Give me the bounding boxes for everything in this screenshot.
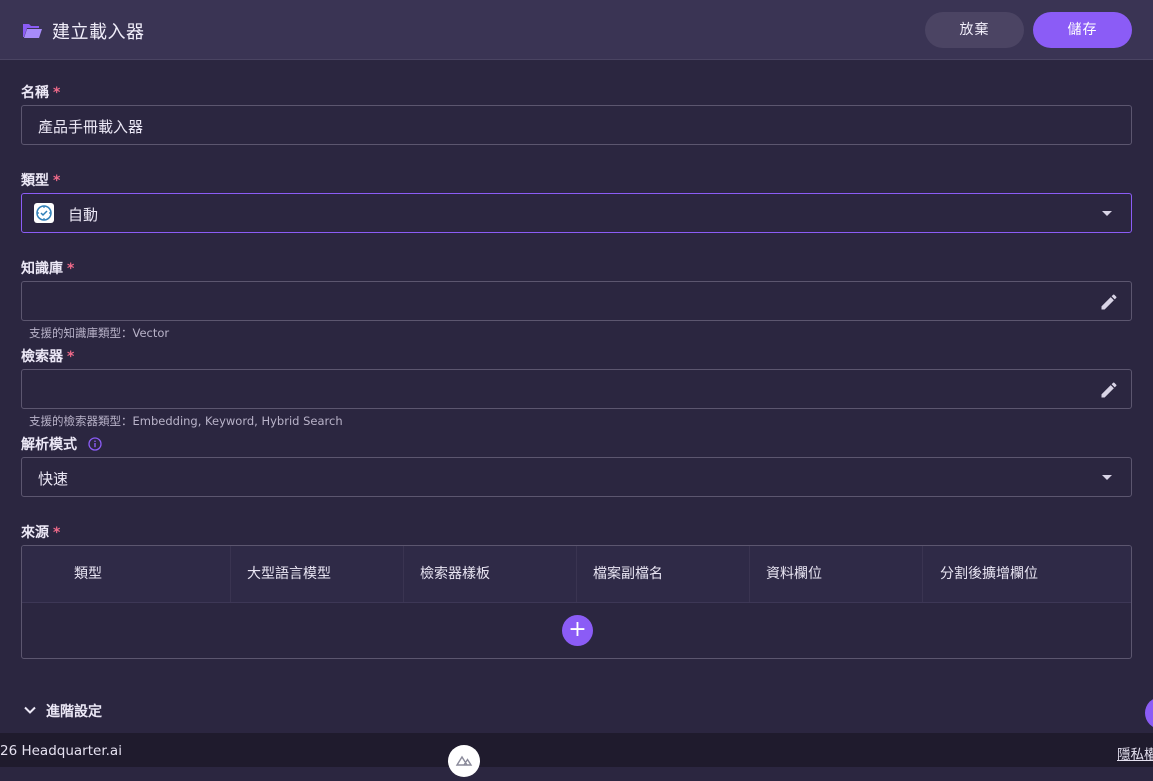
app-header: 建立載入器 放棄 儲存 bbox=[0, 0, 1153, 60]
name-label: 名稱 * bbox=[21, 82, 60, 102]
page-title: 建立載入器 bbox=[52, 22, 145, 43]
advanced-settings-toggle[interactable]: 進階設定 bbox=[23, 701, 102, 721]
knowledge-base-hint: 支援的知識庫類型：Vector bbox=[29, 326, 170, 340]
column-header-text: 類型 bbox=[74, 566, 102, 582]
caret-down-icon bbox=[1102, 475, 1112, 480]
pencil-icon[interactable] bbox=[1099, 292, 1119, 312]
parse-mode-label: 解析模式 bbox=[21, 434, 102, 454]
column-header-text: 檢索器樣板 bbox=[420, 566, 490, 582]
advanced-settings-label: 進階設定 bbox=[46, 704, 102, 720]
required-mark: * bbox=[53, 525, 61, 541]
footer: 26 Headquarter.ai 隱私權 bbox=[0, 733, 1153, 767]
required-mark: * bbox=[67, 349, 75, 365]
required-mark: * bbox=[53, 173, 61, 189]
type-select[interactable]: 自動 bbox=[21, 193, 1132, 233]
column-header-text: 大型語言模型 bbox=[247, 566, 331, 582]
pencil-icon[interactable] bbox=[1099, 380, 1119, 400]
add-source-button[interactable]: + bbox=[562, 615, 593, 646]
column-header-text: 分割後擴增欄位 bbox=[940, 566, 1038, 582]
name-input[interactable]: 產品手冊載入器 bbox=[21, 105, 1132, 145]
sources-table-header: 類型 大型語言模型 檢索器樣板 檔案副檔名 資料欄位 分割後擴增欄位 bbox=[22, 546, 1131, 603]
column-header-text: 檔案副檔名 bbox=[593, 566, 663, 582]
column-header-data-fields: 資料欄位 bbox=[750, 546, 923, 602]
name-label-text: 名稱 bbox=[21, 85, 49, 101]
sources-label-text: 來源 bbox=[21, 525, 49, 541]
name-input-value: 產品手冊載入器 bbox=[38, 118, 144, 136]
knowledge-base-label-text: 知識庫 bbox=[21, 261, 63, 277]
type-select-value: 自動 bbox=[68, 206, 99, 224]
sources-label: 來源 * bbox=[21, 522, 60, 542]
retriever-field[interactable] bbox=[21, 369, 1132, 409]
retriever-label-text: 檢索器 bbox=[21, 349, 63, 365]
knowledge-base-field[interactable] bbox=[21, 281, 1132, 321]
type-label: 類型 * bbox=[21, 170, 60, 190]
column-header-text: 資料欄位 bbox=[766, 566, 822, 582]
column-header-augmented-fields: 分割後擴增欄位 bbox=[923, 546, 1131, 602]
nuxt-devtools-icon[interactable] bbox=[448, 745, 480, 777]
column-header-file-extension: 檔案副檔名 bbox=[577, 546, 750, 602]
discard-button[interactable]: 放棄 bbox=[925, 12, 1024, 48]
type-label-text: 類型 bbox=[21, 173, 49, 189]
column-header-llm: 大型語言模型 bbox=[231, 546, 404, 602]
parse-mode-value: 快速 bbox=[38, 470, 69, 488]
knowledge-base-label: 知識庫 * bbox=[21, 258, 74, 278]
column-header-type: 類型 bbox=[22, 546, 231, 602]
save-button[interactable]: 儲存 bbox=[1033, 12, 1132, 48]
copyright-text: 26 Headquarter.ai bbox=[0, 743, 122, 759]
parse-mode-label-text: 解析模式 bbox=[21, 437, 77, 453]
retriever-label: 檢索器 * bbox=[21, 346, 74, 366]
sources-table: 類型 大型語言模型 檢索器樣板 檔案副檔名 資料欄位 分割後擴增欄位 + bbox=[21, 545, 1132, 659]
chevron-down-icon bbox=[24, 706, 36, 714]
folder-open-icon bbox=[23, 24, 42, 38]
retriever-hint: 支援的檢索器類型：Embedding, Keyword, Hybrid Sear… bbox=[29, 414, 343, 428]
info-icon[interactable] bbox=[88, 437, 102, 451]
privacy-link[interactable]: 隱私權 bbox=[1117, 743, 1153, 763]
caret-down-icon bbox=[1102, 211, 1112, 216]
required-mark: * bbox=[67, 261, 75, 277]
parse-mode-select[interactable]: 快速 bbox=[21, 457, 1132, 497]
auto-type-icon bbox=[34, 203, 54, 223]
required-mark: * bbox=[53, 85, 61, 101]
column-header-retriever-template: 檢索器樣板 bbox=[404, 546, 577, 602]
floating-action-button[interactable] bbox=[1145, 697, 1153, 729]
